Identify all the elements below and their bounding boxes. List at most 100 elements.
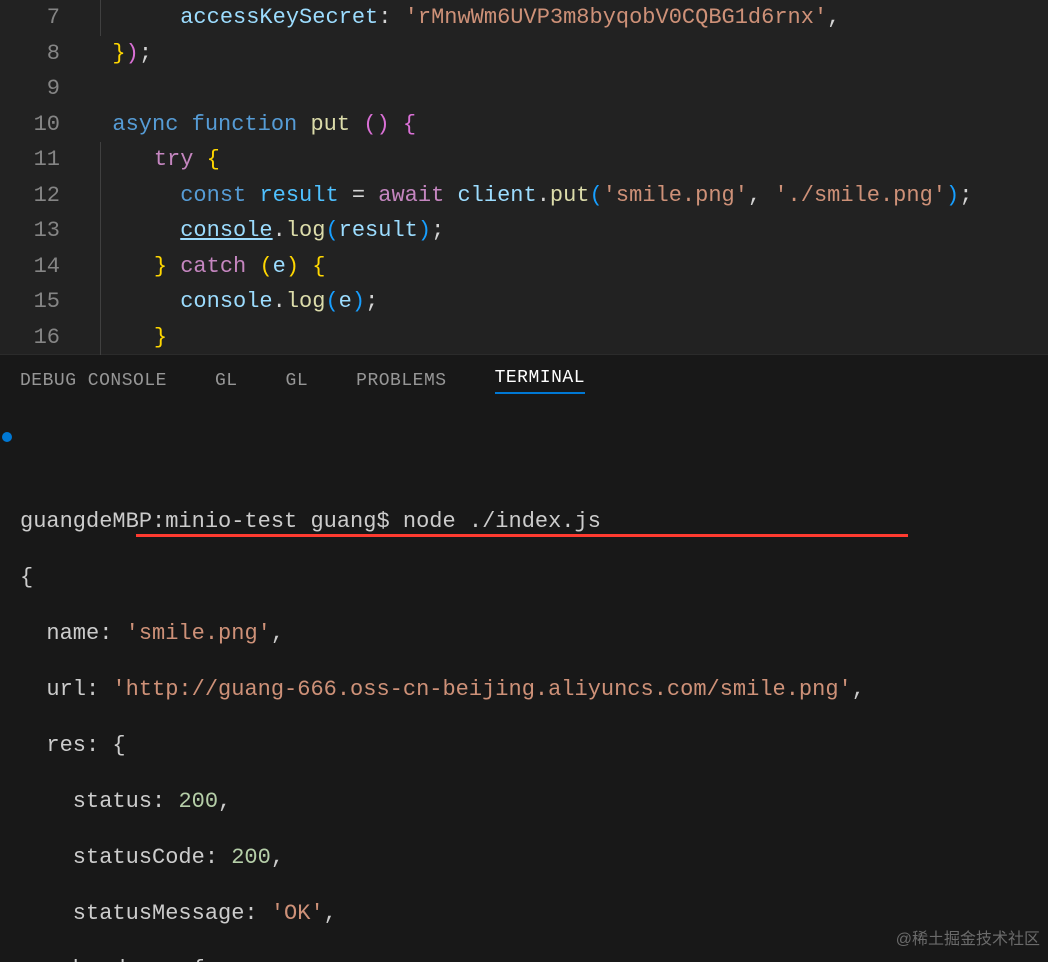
token-object: console (180, 213, 272, 249)
terminal-line[interactable]: statusMessage: 'OK', (20, 900, 1028, 928)
tab-problems[interactable]: PROBLEMS (356, 371, 446, 391)
comma: , (852, 677, 865, 702)
token-paren: ( (325, 284, 338, 320)
token-keyword: catch (180, 249, 246, 285)
token-semicolon: ; (431, 213, 444, 249)
token-dot: . (537, 178, 550, 214)
line-number: 12 (0, 178, 60, 214)
token-comma: , (748, 178, 761, 214)
token-brace: { (312, 249, 325, 285)
value-string: 'OK' (271, 901, 324, 926)
comma: , (271, 845, 284, 870)
line-number: 7 (0, 0, 60, 36)
token-brace: } (112, 36, 125, 72)
token-keyword: const (180, 178, 246, 214)
code-line[interactable]: console.log(e); (86, 284, 972, 320)
terminal-line[interactable]: statusCode: 200, (20, 844, 1028, 872)
value-string: 'smile.png' (126, 621, 271, 646)
token-object: console (180, 284, 272, 320)
key: name: (20, 621, 126, 646)
token-paren: ) (352, 284, 365, 320)
token-dot: . (273, 284, 286, 320)
value-number: 200 (178, 789, 218, 814)
comma: , (218, 789, 231, 814)
token-keyword: function (192, 107, 298, 143)
terminal-line[interactable]: url: 'http://guang-666.oss-cn-beijing.al… (20, 676, 1028, 704)
token-object: client (457, 178, 536, 214)
token-paren: ( (325, 213, 338, 249)
terminal-line[interactable]: headers: { (20, 956, 1028, 962)
terminal-line[interactable]: guangdeMBP:minio-test guang$ node ./inde… (20, 508, 1028, 536)
token-string: 'rMnwWm6UVP3m8byqobV0CQBG1d6rnx' (405, 0, 827, 36)
token-colon: : (378, 0, 391, 36)
terminal-panel[interactable]: guangdeMBP:minio-test guang$ node ./inde… (0, 406, 1048, 962)
token-keyword: try (154, 142, 194, 178)
tab-gl[interactable]: GL (286, 371, 309, 391)
terminal-line[interactable]: status: 200, (20, 788, 1028, 816)
tab-terminal[interactable]: TERMINAL (495, 368, 585, 394)
key: headers: { (20, 957, 205, 962)
code-line[interactable]: console.log(result); (86, 213, 972, 249)
code-line[interactable]: try { (86, 142, 972, 178)
comma: , (324, 901, 337, 926)
token-semicolon: ; (365, 284, 378, 320)
token-variable: e (273, 249, 286, 285)
token-paren: ) (946, 178, 959, 214)
token-paren: ( (259, 249, 272, 285)
code-content[interactable]: accessKeySecret: 'rMnwWm6UVP3m8byqobV0CQ… (86, 0, 972, 355)
token-variable: result (259, 178, 338, 214)
line-number: 16 (0, 320, 60, 356)
brace: { (20, 565, 33, 590)
code-line[interactable]: accessKeySecret: 'rMnwWm6UVP3m8byqobV0CQ… (86, 0, 972, 36)
token-paren: ) (376, 107, 389, 143)
token-semicolon: ; (959, 178, 972, 214)
token-string: 'smile.png' (603, 178, 748, 214)
token-method: log (286, 213, 326, 249)
line-number: 11 (0, 142, 60, 178)
token-method: log (286, 284, 326, 320)
token-brace: { (403, 107, 416, 143)
token-keyword: await (378, 178, 444, 214)
terminal-marker-icon (2, 432, 12, 442)
prompt: guangdeMBP:minio-test guang$ (20, 509, 403, 534)
line-number: 13 (0, 213, 60, 249)
code-line[interactable]: }); (86, 36, 972, 72)
line-number: 9 (0, 71, 60, 107)
token-method: put (550, 178, 590, 214)
key: status: (20, 789, 178, 814)
token-variable: e (339, 284, 352, 320)
token-variable: result (339, 213, 418, 249)
token-keyword: async (112, 107, 178, 143)
value-url: 'http://guang-666.oss-cn-beijing.aliyunc… (112, 677, 851, 702)
code-line[interactable]: async function put () { (86, 107, 972, 143)
code-line[interactable]: const result = await client.put('smile.p… (86, 178, 972, 214)
code-editor[interactable]: 7 8 9 10 11 12 13 14 15 16 accessKeySecr… (0, 0, 1048, 354)
terminal-line[interactable]: { (20, 564, 1028, 592)
key: url: (20, 677, 112, 702)
command: node ./index.js (403, 509, 601, 534)
terminal-line[interactable]: name: 'smile.png', (20, 620, 1028, 648)
key: res: { (20, 733, 126, 758)
code-line[interactable] (86, 71, 972, 107)
watermark: @稀土掘金技术社区 (896, 926, 1040, 954)
tab-debug-console[interactable]: DEBUG CONSOLE (20, 371, 167, 391)
token-fn-name: put (310, 107, 350, 143)
token-paren: ) (126, 36, 139, 72)
token-comma: , (827, 0, 840, 36)
line-number: 15 (0, 284, 60, 320)
token-dot: . (273, 213, 286, 249)
terminal-line[interactable]: res: { (20, 732, 1028, 760)
token-brace: { (207, 142, 220, 178)
token-paren: ( (590, 178, 603, 214)
token-string: './smile.png' (774, 178, 946, 214)
line-number-gutter: 7 8 9 10 11 12 13 14 15 16 (0, 0, 86, 355)
token-paren: ) (418, 213, 431, 249)
line-number: 8 (0, 36, 60, 72)
line-number: 14 (0, 249, 60, 285)
code-line[interactable]: } catch (e) { (86, 249, 972, 285)
tab-gl[interactable]: GL (215, 371, 238, 391)
token-semicolon: ; (139, 36, 152, 72)
code-line[interactable]: } (86, 320, 972, 356)
url-highlight-underline (136, 534, 908, 537)
line-number: 10 (0, 107, 60, 143)
